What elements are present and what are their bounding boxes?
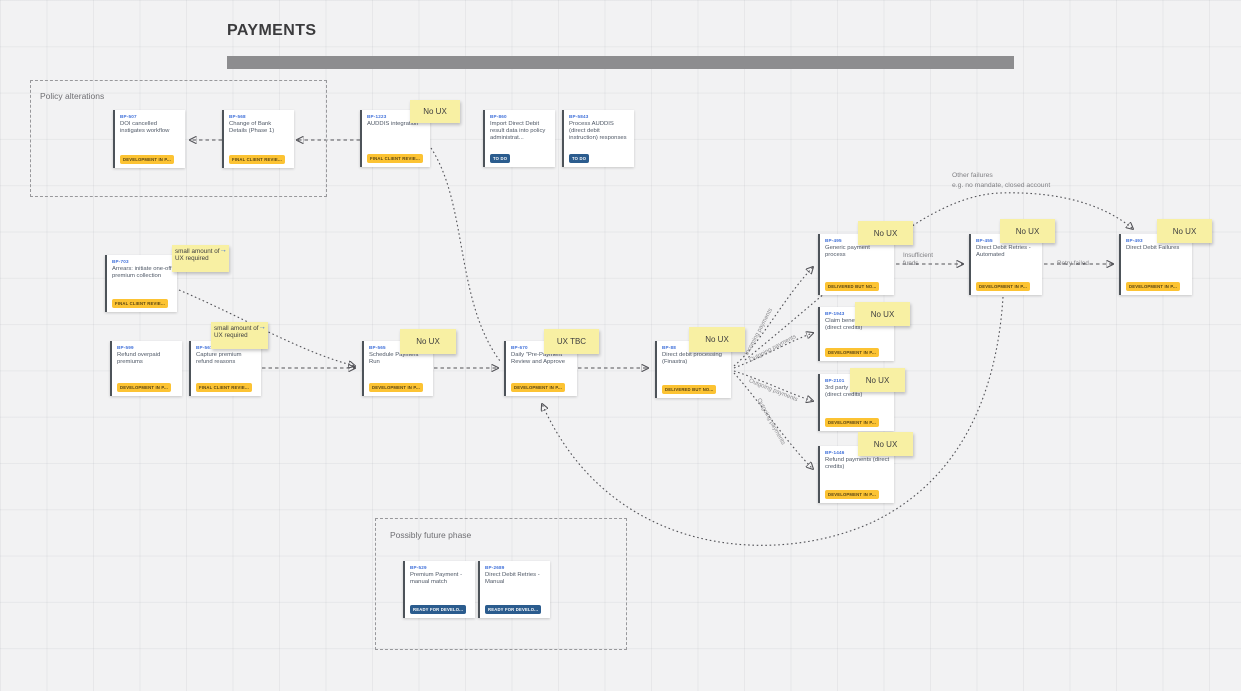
card-capture-refund-reasons[interactable]: BP-567 Capture premium refund reasons FI…: [189, 341, 261, 396]
note-line: Other failures: [952, 171, 1050, 181]
card-title: Premium Payment - manual match: [410, 572, 471, 586]
note-line: e.g. no mandate, closed account: [952, 181, 1050, 191]
status-badge: DEVELOPMENT IN P...: [825, 348, 879, 357]
sticky-no-ux[interactable]: No UX: [858, 221, 913, 245]
status-badge: DEVELOPMENT IN P...: [825, 490, 879, 499]
status-badge: FINAL CLIENT REVIE...: [367, 154, 423, 163]
status-badge: DEVELOPMENT IN P...: [511, 383, 565, 392]
status-badge: DEVELOPMENT IN P...: [117, 383, 171, 392]
card-title: Direct Debit Failures: [1126, 245, 1188, 252]
sticky-no-ux[interactable]: No UX: [1157, 219, 1212, 243]
card-premium-payment-manual-match[interactable]: BP-529 Premium Payment - manual match RE…: [403, 561, 475, 618]
status-badge: TO DO: [490, 154, 510, 163]
link-arrow-icon: →: [259, 323, 267, 330]
card-id: BP-568: [229, 114, 290, 119]
card-process-auddis-responses[interactable]: BP-5843 Process AUDDIS (direct debit ins…: [562, 110, 634, 167]
card-id: BP-507: [120, 114, 181, 119]
status-badge: DEVELOPMENT IN P...: [825, 418, 879, 427]
status-badge: DEVELOPMENT IN P...: [120, 155, 174, 164]
frame-policy-label[interactable]: Policy alterations: [40, 91, 104, 101]
card-doi-cancelled[interactable]: BP-507 DOI cancelled instigates workflow…: [113, 110, 185, 168]
sticky-no-ux[interactable]: No UX: [1000, 219, 1055, 243]
board-title[interactable]: PAYMENTS: [227, 22, 316, 40]
status-badge: FINAL CLIENT REVIE...: [112, 299, 168, 308]
card-title: Direct Debit Retries - Automated: [976, 245, 1038, 259]
sticky-small-ux[interactable]: small amount of UX required →: [211, 322, 268, 349]
note-other-failures[interactable]: Other failures e.g. no mandate, closed a…: [952, 171, 1050, 190]
link-arrow-icon: →: [220, 246, 228, 253]
status-badge: DEVELOPMENT IN P...: [976, 282, 1030, 291]
status-badge: FINAL CLIENT REVIE...: [196, 383, 252, 392]
card-title: Generic payment process: [825, 245, 890, 259]
card-title: Import Direct Debit result data into pol…: [490, 121, 551, 143]
card-dd-retries-automated[interactable]: BP-455 Direct Debit Retries - Automated …: [969, 234, 1042, 295]
status-badge: DEVELOPMENT IN P...: [1126, 282, 1180, 291]
card-id: BP-2689: [485, 565, 546, 570]
sticky-small-ux[interactable]: small amount of UX required →: [172, 245, 229, 272]
card-id: BP-529: [410, 565, 471, 570]
card-dd-retries-manual[interactable]: BP-2689 Direct Debit Retries - Manual RE…: [478, 561, 550, 618]
card-title: Change of Bank Details (Phase 1): [229, 121, 290, 135]
card-id: BP-599: [117, 345, 178, 350]
sticky-no-ux[interactable]: No UX: [689, 327, 745, 352]
card-arrears-one-off-collection[interactable]: BP-703 Arrears: initiate one-off premium…: [105, 255, 177, 312]
card-title: Refund payments (direct credits): [825, 457, 890, 471]
sticky-no-ux[interactable]: No UX: [410, 100, 460, 123]
frame-future-label[interactable]: Possibly future phase: [390, 530, 471, 540]
whiteboard-canvas: PAYMENTS Policy alterations Possibly fut…: [0, 0, 1241, 691]
status-badge: DEVELOPMENT IN P...: [369, 383, 423, 392]
status-badge: FINAL CLIENT REVIE...: [229, 155, 285, 164]
card-title: Daily "Pre-Payment" Review and Approve: [511, 352, 573, 366]
card-import-direct-debit-result[interactable]: BP-860 Import Direct Debit result data i…: [483, 110, 555, 167]
sticky-no-ux[interactable]: No UX: [850, 368, 905, 392]
status-badge: READY FOR DEVELO...: [485, 605, 541, 614]
card-direct-debit-failures[interactable]: BP-493 Direct Debit Failures DEVELOPMENT…: [1119, 234, 1192, 295]
status-badge: DELIVERED BUT NO...: [662, 385, 716, 394]
status-badge: TO DO: [569, 154, 589, 163]
header-bar-shape[interactable]: [227, 56, 1014, 69]
status-badge: READY FOR DEVELO...: [410, 605, 466, 614]
card-change-of-bank-details[interactable]: BP-568 Change of Bank Details (Phase 1) …: [222, 110, 294, 168]
card-refund-overpaid-premiums[interactable]: BP-599 Refund overpaid premiums DEVELOPM…: [110, 341, 182, 396]
card-id: BP-703: [112, 259, 173, 264]
sticky-no-ux[interactable]: No UX: [855, 302, 910, 326]
card-title: Arrears: initiate one-off premium collec…: [112, 266, 173, 280]
card-title: Process AUDDIS (direct debit instruction…: [569, 121, 630, 143]
card-title: Refund overpaid premiums: [117, 352, 178, 366]
status-badge: DELIVERED BUT NO...: [825, 282, 879, 291]
note-retry-failed[interactable]: Retry failed: [1057, 259, 1089, 269]
sticky-no-ux[interactable]: No UX: [400, 329, 456, 354]
sticky-no-ux[interactable]: No UX: [858, 432, 913, 456]
card-id: BP-5843: [569, 114, 630, 119]
card-id: BP-860: [490, 114, 551, 119]
sticky-ux-tbc[interactable]: UX TBC: [544, 329, 599, 354]
card-title: Capture premium refund reasons: [196, 352, 257, 366]
note-insufficient-funds[interactable]: Insufficient funds: [903, 252, 945, 268]
card-title: Schedule Payment Run: [369, 352, 429, 366]
card-title: DOI cancelled instigates workflow: [120, 121, 181, 135]
card-title: Direct debit processing (Finastra): [662, 352, 727, 366]
card-title: Direct Debit Retries - Manual: [485, 572, 546, 586]
